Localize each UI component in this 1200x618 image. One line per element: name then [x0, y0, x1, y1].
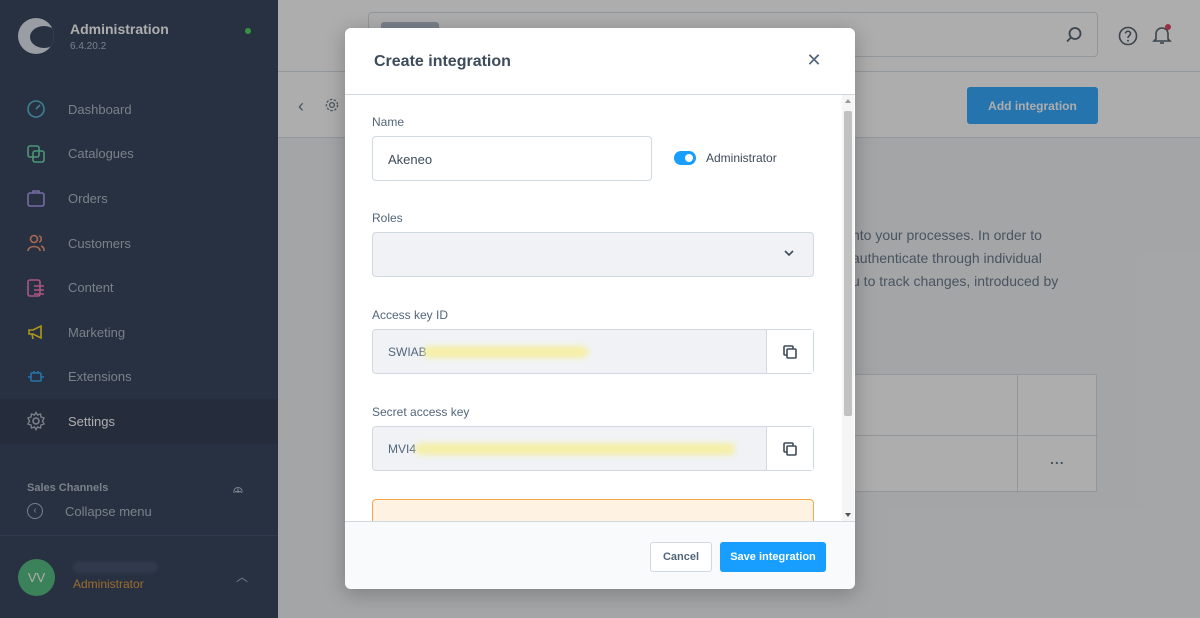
access-key-field[interactable]: SWIAB: [372, 329, 814, 374]
toggle-knob: [685, 154, 693, 162]
close-icon[interactable]: ✕: [806, 51, 822, 69]
access-key-value: SWIAB: [388, 345, 427, 359]
scroll-down-arrow-icon[interactable]: [845, 513, 851, 517]
access-key-label: Access key ID: [372, 308, 449, 322]
copy-icon: [783, 344, 797, 359]
chevron-down-icon: [784, 250, 794, 257]
scroll-thumb[interactable]: [844, 111, 852, 416]
secret-key-redacted: [415, 443, 735, 455]
modal-title: Create integration: [374, 53, 511, 70]
copy-icon: [783, 441, 797, 456]
modal-scrollbar[interactable]: [842, 95, 854, 521]
cancel-button[interactable]: Cancel: [650, 542, 712, 572]
modal-header: Create integration ✕: [345, 28, 855, 95]
scroll-up-arrow-icon[interactable]: [845, 99, 851, 103]
roles-select[interactable]: [372, 232, 814, 277]
copy-secret-key-button[interactable]: [766, 427, 813, 470]
modal-footer: Cancel Save integration: [345, 521, 855, 589]
create-integration-modal: Create integration ✕ Name Akeneo Adminis…: [345, 28, 855, 589]
secret-key-field[interactable]: MVI4: [372, 426, 814, 471]
name-field[interactable]: Akeneo: [372, 136, 652, 181]
access-key-redacted: [423, 346, 588, 358]
save-integration-button[interactable]: Save integration: [720, 542, 826, 572]
roles-label: Roles: [372, 211, 403, 225]
copy-access-key-button[interactable]: [766, 330, 813, 373]
administrator-toggle-label: Administrator: [706, 151, 777, 165]
modal-body: Name Akeneo Administrator Roles Access k…: [345, 95, 855, 521]
name-label: Name: [372, 115, 405, 129]
administrator-toggle[interactable]: [674, 151, 696, 165]
secret-key-value: MVI4: [388, 442, 417, 456]
warning-alert: [372, 499, 814, 521]
secret-key-label: Secret access key: [372, 405, 470, 419]
